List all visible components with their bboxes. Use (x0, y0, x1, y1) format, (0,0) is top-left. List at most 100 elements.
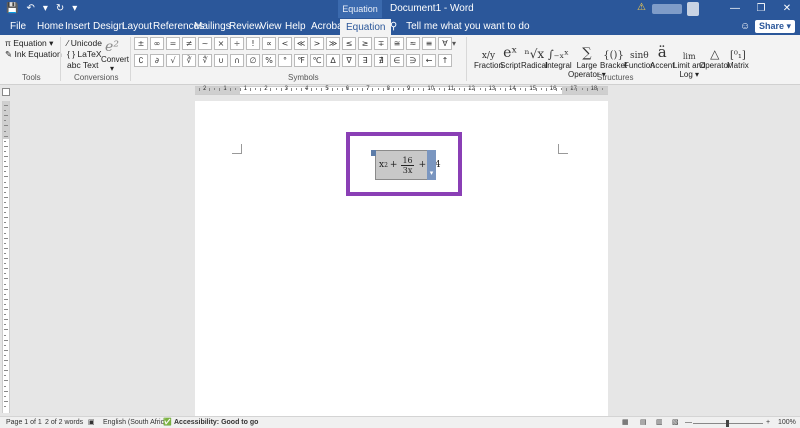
word-count[interactable]: 2 of 2 words (45, 418, 83, 428)
symbol-button[interactable]: ≠ (182, 37, 196, 50)
undo-dropdown-icon[interactable]: ▾ (43, 2, 48, 16)
symbol-button[interactable]: = (166, 37, 180, 50)
symbol-button[interactable]: ≪ (294, 37, 308, 50)
ruler-tick (4, 370, 8, 372)
text-button[interactable]: abc Text (67, 60, 99, 70)
tell-me-search[interactable]: ⚲ Tell me what you want to do (390, 18, 530, 35)
zoom-out-button[interactable]: — (685, 418, 692, 428)
print-layout-icon[interactable]: ▥ (656, 418, 663, 428)
symbol-button[interactable]: ∓ (374, 37, 388, 50)
symbol-button[interactable]: ≤ (342, 37, 356, 50)
symbol-button[interactable]: ° (278, 54, 292, 67)
page-count[interactable]: Page 1 of 1 (6, 418, 42, 428)
customize-qat-icon[interactable]: ▾ (72, 2, 77, 16)
structure-matrix-button[interactable]: [⁰₁] Matrix (727, 37, 749, 70)
zoom-slider-thumb[interactable] (726, 420, 729, 427)
language[interactable]: English (South Africa) (103, 418, 170, 428)
tab-view[interactable]: View (260, 18, 282, 35)
symbol-button[interactable]: ≥ (358, 37, 372, 50)
tab-file[interactable]: File (10, 18, 26, 35)
tab-review[interactable]: Review (229, 18, 262, 35)
structure-accent-button[interactable]: ä Accent (650, 37, 674, 70)
tab-home[interactable]: Home (37, 18, 64, 35)
symbol-button[interactable]: ∪ (214, 54, 228, 67)
symbol-button[interactable]: ~ (198, 37, 212, 50)
symbol-button[interactable]: ← (422, 54, 436, 67)
symbol-button[interactable]: > (310, 37, 324, 50)
symbol-button[interactable]: ≡ (422, 37, 436, 50)
equation-move-handle[interactable] (371, 150, 376, 156)
read-mode-icon[interactable]: ▤ (640, 418, 647, 428)
proofing-icon[interactable]: ▣ (88, 418, 95, 428)
web-layout-icon[interactable]: ▧ (672, 418, 679, 428)
symbol-button[interactable]: ∜ (198, 54, 212, 67)
symbol-button[interactable]: ∞ (150, 37, 164, 50)
symbol-button[interactable]: ↑ (438, 54, 452, 67)
symbol-button[interactable]: ∂ (150, 54, 164, 67)
symbol-button[interactable]: ≈ (406, 37, 420, 50)
ruler-tick (4, 324, 6, 326)
equation-options-dropdown[interactable]: ▾ (427, 150, 436, 180)
structure-radical-button[interactable]: ⁿ√x Radical (521, 37, 548, 70)
vertical-ruler[interactable] (2, 101, 10, 413)
symbol-button[interactable]: ℉ (294, 54, 308, 67)
symbol-button[interactable]: ! (246, 37, 260, 50)
focus-mode-icon[interactable]: ▦ (622, 418, 629, 428)
latex-button[interactable]: { } LaTeX (67, 49, 102, 59)
symbol-button[interactable]: ∁ (134, 54, 148, 67)
symbol-button[interactable]: ∆ (326, 54, 340, 67)
symbol-button[interactable]: ∃ (358, 54, 372, 67)
ink-equation-button[interactable]: ✎ Ink Equation (5, 49, 62, 60)
symbol-button[interactable]: ∩ (230, 54, 244, 67)
symbol-button[interactable]: √ (166, 54, 180, 67)
save-icon[interactable]: 💾 (6, 2, 18, 16)
symbol-button[interactable]: ÷ (230, 37, 244, 50)
symbol-button[interactable]: ∄ (374, 54, 388, 67)
redo-icon[interactable]: ↻ (56, 2, 64, 16)
structure-script-button[interactable]: eˣ Script (500, 37, 520, 70)
symbol-button[interactable]: ± (134, 37, 148, 50)
symbol-button[interactable]: < (278, 37, 292, 50)
symbol-button[interactable]: % (262, 54, 276, 67)
horizontal-ruler[interactable]: 2 1 1 2 3 4 5 6 7 8 9 10 11 12 13 14 15 16 17 18 (195, 86, 608, 95)
document-page[interactable]: x2 + 16 3x + 84 ▾ (195, 101, 608, 416)
avatar[interactable] (687, 2, 699, 16)
tab-insert[interactable]: Insert (65, 18, 90, 35)
ruler-tick (4, 298, 8, 300)
account-name[interactable] (652, 4, 682, 14)
tab-help[interactable]: Help (285, 18, 306, 35)
symbol-button[interactable]: ∋ (406, 54, 420, 67)
accessibility-status[interactable]: Accessibility: Good to go (174, 418, 258, 428)
symbol-button[interactable]: ℃ (310, 54, 324, 67)
symbol-button[interactable]: ∀ (438, 37, 452, 50)
warning-icon[interactable]: ⚠ (637, 2, 646, 13)
zoom-level[interactable]: 100% (778, 418, 796, 428)
symbol-button[interactable]: ∛ (182, 54, 196, 67)
convert-button[interactable]: e² Convert ▾ (101, 39, 129, 73)
tab-equation[interactable]: Equation (340, 18, 392, 35)
tab-mailings[interactable]: Mailings (194, 18, 231, 35)
unicode-button[interactable]: ⁄ Unicode (67, 38, 102, 48)
zoom-in-button[interactable]: + (766, 418, 770, 428)
tab-selector[interactable] (2, 88, 10, 96)
symbol-button[interactable]: ∈ (390, 54, 404, 67)
symbol-button[interactable]: × (214, 37, 228, 50)
restore-icon[interactable]: ❐ (748, 0, 774, 18)
structure-operator-button[interactable]: △ Operator (699, 37, 731, 70)
tab-layout[interactable]: Layout (122, 18, 152, 35)
user-icon[interactable]: ☺ (740, 21, 750, 32)
share-button[interactable]: Share ▾ (755, 20, 795, 33)
structure-fraction-button[interactable]: x/y Fraction (474, 37, 503, 70)
symbol-button[interactable]: ∇ (342, 54, 356, 67)
symbols-more-icon[interactable]: ▾ (452, 39, 456, 48)
structures-group-label: Structures (597, 73, 634, 82)
tab-design[interactable]: Design (93, 18, 124, 35)
minimize-icon[interactable]: — (722, 0, 748, 18)
symbol-button[interactable]: ∝ (262, 37, 276, 50)
symbol-button[interactable]: ≅ (390, 37, 404, 50)
close-icon[interactable]: ✕ (774, 0, 800, 18)
symbol-button[interactable]: ≫ (326, 37, 340, 50)
undo-icon[interactable]: ↶ (26, 2, 34, 16)
equation-button[interactable]: π Equation ▾ (5, 38, 53, 49)
symbol-button[interactable]: ∅ (246, 54, 260, 67)
